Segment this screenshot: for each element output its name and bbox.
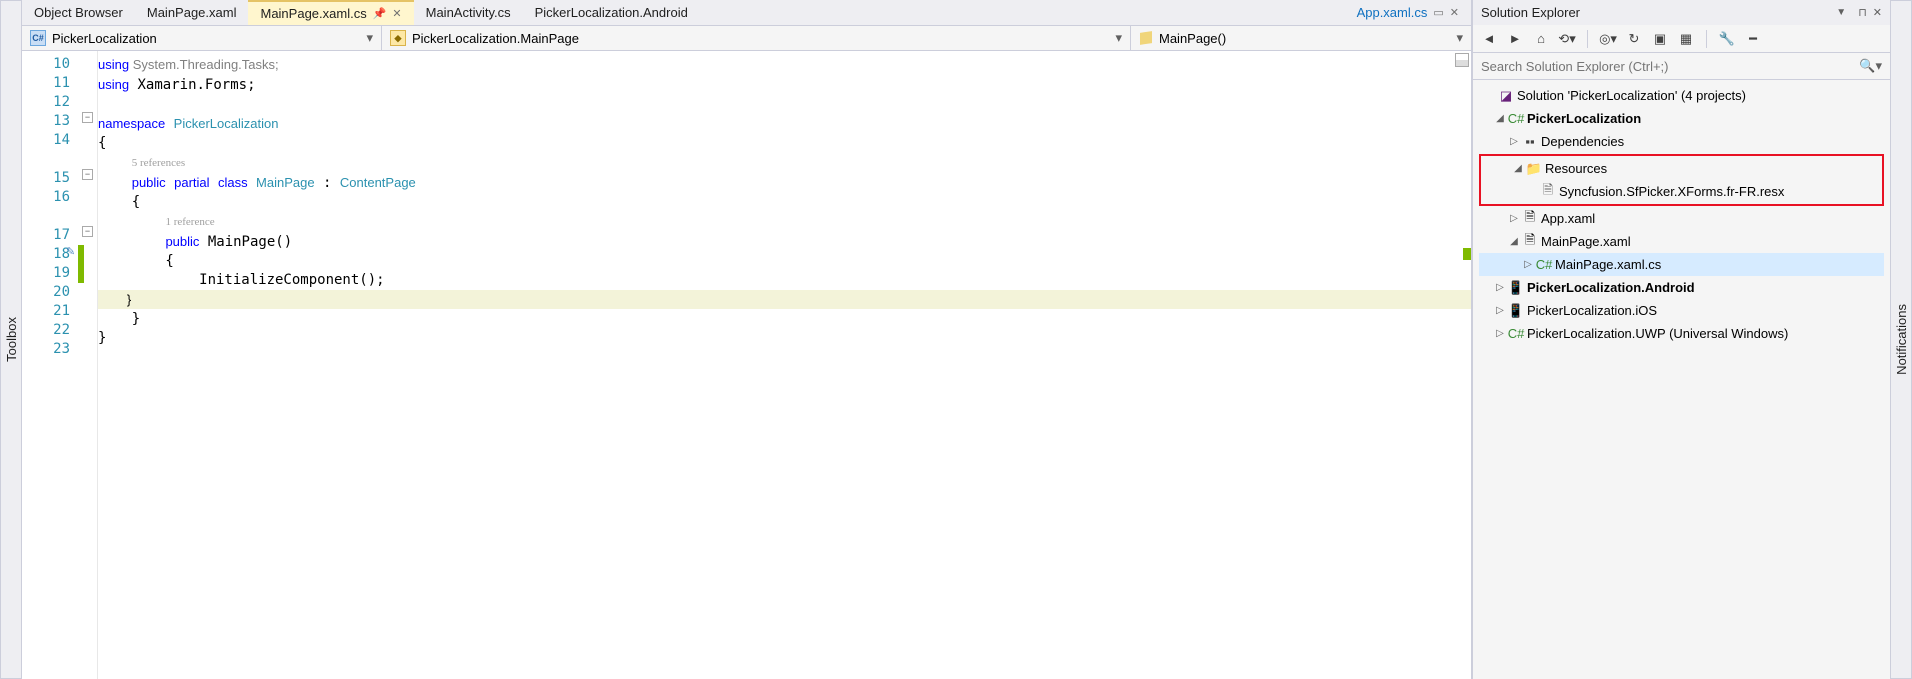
- pin-icon[interactable]: ⊓: [1858, 6, 1867, 19]
- edit-icon: ✎: [66, 245, 75, 258]
- fold-toggle[interactable]: −: [82, 112, 93, 123]
- navigation-bar: C#PickerLocalization▾ ◆PickerLocalizatio…: [22, 25, 1471, 51]
- xaml-icon: 🗎: [1521, 231, 1539, 253]
- deps-icon: ▪▪: [1521, 134, 1539, 149]
- nav-class[interactable]: ◆PickerLocalization.MainPage▾: [382, 26, 1131, 50]
- pin-icon[interactable]: 📌: [373, 7, 387, 20]
- xaml-icon: 🗎: [1521, 208, 1539, 230]
- expand-toggle[interactable]: ◢: [1511, 163, 1525, 174]
- resources-node[interactable]: ◢📁Resources: [1483, 157, 1880, 180]
- close-icon[interactable]: ✕: [1450, 6, 1459, 19]
- android-icon: 📱: [1507, 280, 1525, 296]
- back-icon[interactable]: ◄: [1481, 31, 1497, 47]
- scope-icon[interactable]: ◎▾: [1600, 31, 1616, 47]
- forward-icon[interactable]: ►: [1507, 31, 1523, 47]
- line-numbers: 1011121314151617181920212223: [22, 51, 78, 679]
- tab-object-browser[interactable]: Object Browser: [22, 0, 135, 25]
- expand-toggle[interactable]: ◢: [1493, 113, 1507, 124]
- properties-icon[interactable]: 🔧: [1719, 31, 1735, 47]
- class-icon: ◆: [390, 30, 406, 46]
- chevron-down-icon[interactable]: ▼: [1836, 7, 1846, 18]
- csproj-icon: C#: [1507, 326, 1525, 341]
- tab-mainpage-xaml[interactable]: MainPage.xaml: [135, 0, 249, 25]
- fold-toggle[interactable]: −: [82, 169, 93, 180]
- preview-icon[interactable]: ▭: [1433, 6, 1443, 19]
- close-icon[interactable]: ✕: [1873, 6, 1882, 19]
- notifications-label: Notifications: [1894, 298, 1909, 381]
- save-marker: [1463, 248, 1471, 260]
- mainpage-cs-node[interactable]: ▷C#MainPage.xaml.cs: [1479, 253, 1884, 276]
- expand-toggle[interactable]: ▷: [1507, 136, 1521, 147]
- se-toolbar: ◄ ► ⌂ ⟲▾ ◎▾ ↻ ▣ ▦ 🔧 ━: [1473, 25, 1890, 53]
- toolbox-sidebar[interactable]: Toolbox: [0, 0, 22, 679]
- chevron-down-icon: ▾: [1115, 30, 1122, 46]
- expand-toggle[interactable]: ▷: [1493, 328, 1507, 339]
- cs-icon: C#: [1535, 257, 1553, 272]
- close-icon[interactable]: ✕: [392, 7, 401, 20]
- method-icon: [1139, 31, 1153, 45]
- expand-toggle[interactable]: ▷: [1521, 259, 1535, 270]
- solution-icon: ◪: [1497, 88, 1515, 104]
- tab-app-xaml-cs[interactable]: App.xaml.cs▭✕: [1345, 0, 1471, 25]
- pane-title[interactable]: Solution Explorer ▼ ⊓ ✕: [1473, 0, 1890, 25]
- search-input[interactable]: [1481, 59, 1859, 74]
- search-icon[interactable]: 🔍▾: [1859, 58, 1882, 74]
- solution-tree[interactable]: ◪Solution 'PickerLocalization' (4 projec…: [1473, 80, 1890, 679]
- ios-project-node[interactable]: ▷📱PickerLocalization.iOS: [1479, 299, 1884, 322]
- home-icon[interactable]: ⌂: [1533, 31, 1549, 47]
- code-content[interactable]: using System.Threading.Tasks; using Xama…: [98, 51, 1471, 679]
- folder-icon: 📁: [1525, 161, 1543, 177]
- mainpage-xaml-node[interactable]: ◢🗎MainPage.xaml: [1479, 230, 1884, 253]
- chevron-down-icon: ▾: [1456, 30, 1463, 46]
- refresh-icon[interactable]: ↻: [1626, 31, 1642, 47]
- showall-icon[interactable]: ▦: [1678, 31, 1694, 47]
- outline-margin: − − −: [78, 51, 98, 679]
- expand-toggle[interactable]: ▷: [1493, 282, 1507, 293]
- nav-member[interactable]: MainPage()▾: [1131, 26, 1471, 50]
- project-node[interactable]: ◢C#PickerLocalization: [1479, 107, 1884, 130]
- dependencies-node[interactable]: ▷▪▪Dependencies: [1479, 130, 1884, 153]
- app-xaml-node[interactable]: ▷🗎App.xaml: [1479, 207, 1884, 230]
- csharp-icon: C#: [30, 30, 46, 46]
- sync-icon[interactable]: ⟲▾: [1559, 31, 1575, 47]
- fold-toggle[interactable]: −: [82, 226, 93, 237]
- toolbox-label: Toolbox: [4, 311, 19, 368]
- split-icon[interactable]: [1455, 53, 1469, 67]
- uwp-project-node[interactable]: ▷C#PickerLocalization.UWP (Universal Win…: [1479, 322, 1884, 345]
- android-project-node[interactable]: ▷📱PickerLocalization.Android: [1479, 276, 1884, 299]
- resx-node[interactable]: 🗎Syncfusion.SfPicker.XForms.fr-FR.resx: [1483, 180, 1880, 203]
- se-search[interactable]: 🔍▾: [1473, 53, 1890, 80]
- expand-toggle[interactable]: ▷: [1507, 213, 1521, 224]
- highlight-box: ◢📁Resources 🗎Syncfusion.SfPicker.XForms.…: [1479, 154, 1884, 206]
- tab-mainpage-cs[interactable]: MainPage.xaml.cs📌✕: [248, 0, 413, 25]
- notifications-sidebar[interactable]: Notifications: [1890, 0, 1912, 679]
- solution-explorer: Solution Explorer ▼ ⊓ ✕ ◄ ► ⌂ ⟲▾ ◎▾ ↻ ▣ …: [1472, 0, 1890, 679]
- nav-project[interactable]: C#PickerLocalization▾: [22, 26, 382, 50]
- code-editor[interactable]: 1011121314151617181920212223 − − − ✎ usi…: [22, 51, 1471, 679]
- solution-node[interactable]: ◪Solution 'PickerLocalization' (4 projec…: [1479, 84, 1884, 107]
- expand-toggle[interactable]: ▷: [1493, 305, 1507, 316]
- preview-icon[interactable]: ━: [1745, 31, 1761, 47]
- chevron-down-icon: ▾: [366, 30, 373, 46]
- csproj-icon: C#: [1507, 111, 1525, 126]
- change-marker: [78, 245, 84, 283]
- collapse-icon[interactable]: ▣: [1652, 31, 1668, 47]
- ios-icon: 📱: [1507, 303, 1525, 319]
- tab-pickerlocalization-android[interactable]: PickerLocalization.Android: [523, 0, 700, 25]
- file-icon: 🗎: [1539, 181, 1557, 203]
- editor-area: Object Browser MainPage.xaml MainPage.xa…: [22, 0, 1472, 679]
- tab-mainactivity[interactable]: MainActivity.cs: [414, 0, 523, 25]
- document-tabs: Object Browser MainPage.xaml MainPage.xa…: [22, 0, 1471, 25]
- expand-toggle[interactable]: ◢: [1507, 236, 1521, 247]
